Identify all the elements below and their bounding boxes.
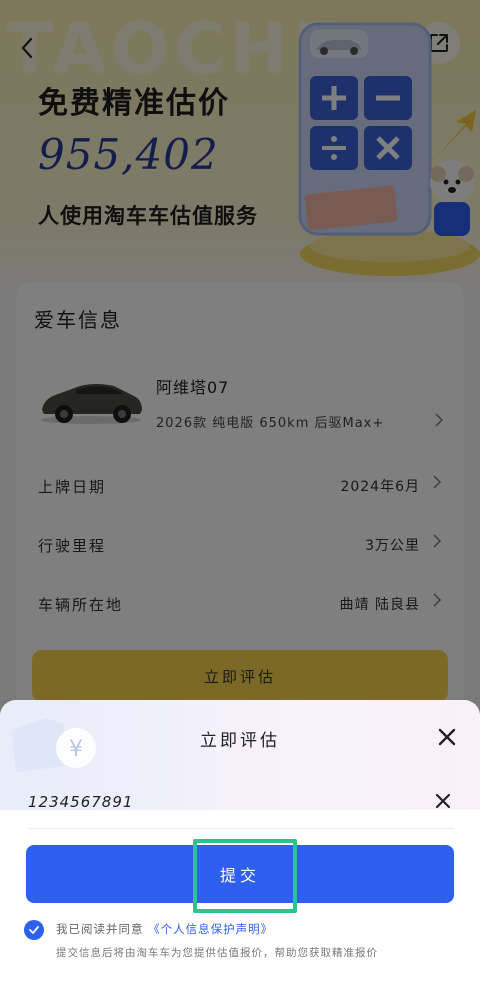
phone-input[interactable] — [28, 790, 418, 814]
submit-highlight-box — [193, 839, 297, 913]
input-divider — [28, 828, 454, 829]
sheet-title: 立即评估 — [200, 731, 280, 751]
agreement-prefix: 我已阅读并同意 — [56, 922, 144, 936]
agreement-checkbox[interactable] — [24, 920, 44, 940]
clear-icon — [435, 793, 451, 809]
agreement-text: 我已阅读并同意 《个人信息保护声明》 — [56, 921, 273, 937]
close-button[interactable] — [434, 724, 460, 750]
clear-input-button[interactable] — [432, 790, 454, 812]
privacy-statement-link[interactable]: 《个人信息保护声明》 — [148, 922, 273, 936]
evaluate-bottom-sheet: ¥ 立即评估 提交 我已阅读并同意 《个人信息保护声明》 提交信息后将由淘车车为… — [0, 700, 480, 988]
submission-note: 提交信息后将由淘车车为您提供估值报价，帮助您获取精准报价 — [56, 947, 378, 959]
close-icon — [438, 728, 456, 746]
checkmark-icon — [29, 926, 39, 934]
